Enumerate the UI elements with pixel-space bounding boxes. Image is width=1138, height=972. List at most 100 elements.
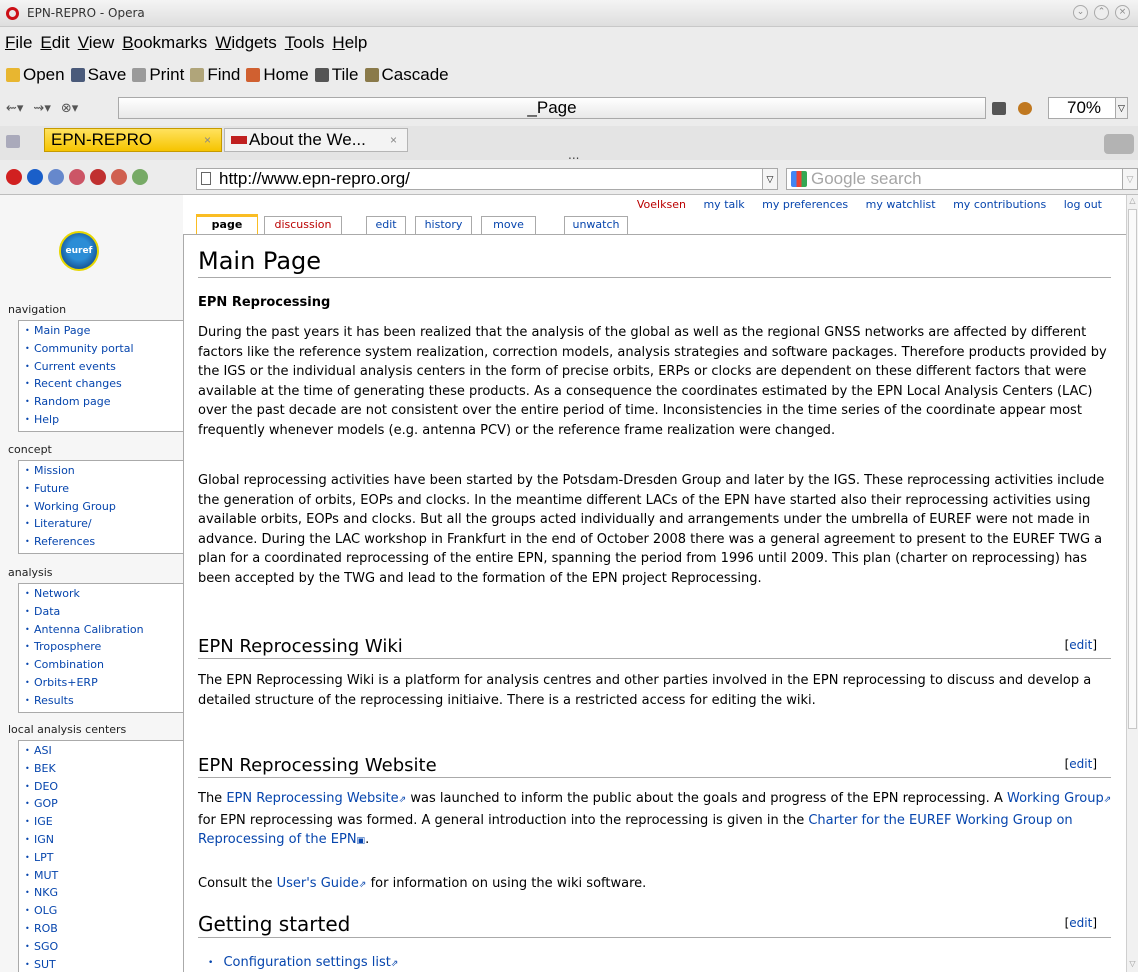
euref-logo[interactable]: euref — [59, 231, 99, 271]
menu-widgets[interactable]: Widgets — [215, 33, 276, 53]
chevron-down-icon[interactable]: ▽ — [1122, 168, 1138, 190]
sidebar-item-deo[interactable]: DEO — [24, 778, 184, 796]
sidebar-item-sgo[interactable]: SGO — [24, 938, 184, 956]
rewind-icon[interactable] — [6, 169, 22, 185]
tab-page[interactable]: page — [196, 214, 258, 234]
tab-history[interactable]: history — [415, 216, 472, 234]
sidebar-item-ign[interactable]: IGN — [24, 831, 184, 849]
log-out-link[interactable]: log out — [1064, 198, 1102, 211]
sidebar-item-rob[interactable]: ROB — [24, 920, 184, 938]
sidebar-item-sut[interactable]: SUT — [24, 956, 184, 972]
sidebar-item-recent-changes[interactable]: Recent changes — [24, 375, 184, 393]
menu-edit[interactable]: Edit — [40, 33, 69, 53]
working-group-link[interactable]: Working Group — [1007, 791, 1104, 806]
wand-icon[interactable] — [132, 169, 148, 185]
sidebar-item-bek[interactable]: BEK — [24, 760, 184, 778]
my-contributions-link[interactable]: my contributions — [953, 198, 1046, 211]
vertical-scrollbar[interactable]: △ ▽ — [1126, 195, 1138, 972]
edit-link[interactable]: edit — [1069, 757, 1092, 771]
menu-tools[interactable]: Tools — [285, 33, 325, 53]
home-button[interactable]: Home — [246, 65, 309, 85]
sidebar-item-future[interactable]: Future — [24, 480, 184, 498]
edit-link[interactable]: edit — [1069, 638, 1092, 652]
my-preferences-link[interactable]: my preferences — [762, 198, 848, 211]
print-button[interactable]: Print — [132, 65, 184, 85]
sidebar-item-lpt[interactable]: LPT — [24, 849, 184, 867]
forward-history-icon[interactable]: ⇝▾ — [33, 101, 50, 116]
tab-move[interactable]: move — [481, 216, 536, 234]
sidebar-item-references[interactable]: References — [24, 533, 184, 551]
tile-button[interactable]: Tile — [314, 65, 359, 85]
users-guide-link[interactable]: User's Guide — [277, 876, 359, 891]
sidebar-item-results[interactable]: Results — [24, 692, 184, 710]
configuration-link[interactable]: Configuration settings list — [223, 955, 390, 970]
scroll-up-icon[interactable]: △ — [1127, 196, 1138, 208]
panel-icon[interactable] — [992, 102, 1006, 115]
user-link[interactable]: Voelksen — [637, 198, 686, 211]
trash-icon[interactable] — [1104, 134, 1134, 154]
epn-website-link[interactable]: EPN Reprocessing Website — [226, 791, 398, 806]
sidebar-item-mut[interactable]: MUT — [24, 867, 184, 885]
home-icon[interactable] — [111, 169, 127, 185]
sidebar-item-combination[interactable]: Combination — [24, 656, 184, 674]
tab-unwatch[interactable]: unwatch — [564, 216, 628, 234]
close-tab-icon[interactable]: × — [204, 133, 211, 147]
url-input[interactable]: http://www.epn-repro.org/ ▽ — [196, 168, 778, 190]
sidebar-item-mission[interactable]: Mission — [24, 462, 184, 480]
fast-forward-icon[interactable] — [69, 169, 85, 185]
section-start-title: Getting started — [198, 912, 351, 936]
sidebar-item-help[interactable]: Help — [24, 411, 184, 429]
tab-edit[interactable]: edit — [366, 216, 406, 234]
sidebar-item-antenna-calibration[interactable]: Antenna Calibration — [24, 621, 184, 639]
scroll-down-icon[interactable]: ▽ — [1127, 959, 1138, 971]
menu-bookmarks[interactable]: Bookmarks — [122, 33, 207, 53]
sidebar-item-orbits-erp[interactable]: Orbits+ERP — [24, 674, 184, 692]
chevron-down-icon[interactable]: ▽ — [762, 168, 778, 190]
folder-icon — [6, 67, 20, 82]
scrollbar-thumb[interactable] — [1128, 209, 1137, 729]
sidebar-item-community-portal[interactable]: Community portal — [24, 340, 184, 358]
menu-view[interactable]: View — [78, 33, 115, 53]
find-button[interactable]: Find — [190, 65, 240, 85]
sidebar-item-current-events[interactable]: Current events — [24, 358, 184, 376]
chevron-down-icon[interactable]: ▽ — [1115, 97, 1128, 119]
tab-about[interactable]: About the We... × — [224, 128, 408, 152]
back-history-icon[interactable]: ⇜▾ — [6, 101, 23, 116]
sidebar-item-nkg[interactable]: NKG — [24, 884, 184, 902]
save-button[interactable]: Save — [70, 65, 126, 85]
list-item[interactable]: Configuration settings list⇗ — [208, 955, 398, 970]
sidebar-item-literature[interactable]: Literature/ — [24, 515, 184, 533]
window-list-icon[interactable] — [6, 135, 20, 148]
page-title-field[interactable]: _Page — [118, 97, 986, 119]
sidebar-item-olg[interactable]: OLG — [24, 902, 184, 920]
sidebar-item-troposphere[interactable]: Troposphere — [24, 638, 184, 656]
close-tab-icon[interactable]: × — [390, 133, 397, 147]
stop-icon[interactable]: ⊗▾ — [61, 101, 78, 116]
my-talk-link[interactable]: my talk — [703, 198, 744, 211]
my-watchlist-link[interactable]: my watchlist — [866, 198, 936, 211]
sidebar-item-gop[interactable]: GOP — [24, 795, 184, 813]
tab-discussion[interactable]: discussion — [264, 216, 342, 234]
user-icon[interactable] — [1018, 102, 1032, 115]
reload-icon[interactable] — [90, 169, 106, 185]
sidebar-item-working-group[interactable]: Working Group — [24, 498, 184, 516]
back-icon[interactable] — [27, 169, 43, 185]
sidebar-item-ige[interactable]: IGE — [24, 813, 184, 831]
menu-file[interactable]: File — [5, 33, 32, 53]
tab-epn-repro[interactable]: EPN-REPRO × — [44, 128, 222, 152]
minimize-icon[interactable]: ⌄ — [1073, 5, 1088, 20]
sidebar-item-data[interactable]: Data — [24, 603, 184, 621]
maximize-icon[interactable]: ⌃ — [1094, 5, 1109, 20]
menu-help[interactable]: Help — [332, 33, 367, 53]
forward-icon[interactable] — [48, 169, 64, 185]
open-button[interactable]: Open — [6, 65, 65, 85]
sidebar-item-random-page[interactable]: Random page — [24, 393, 184, 411]
cascade-button[interactable]: Cascade — [364, 65, 449, 85]
zoom-select[interactable]: 70% ▽ — [1048, 97, 1128, 119]
sidebar-item-main-page[interactable]: Main Page — [24, 322, 184, 340]
edit-link[interactable]: edit — [1069, 916, 1092, 930]
sidebar-item-network[interactable]: Network — [24, 585, 184, 603]
search-input[interactable]: Google search ▽ — [786, 168, 1138, 190]
sidebar-item-asi[interactable]: ASI — [24, 742, 184, 760]
close-icon[interactable]: × — [1115, 5, 1130, 20]
